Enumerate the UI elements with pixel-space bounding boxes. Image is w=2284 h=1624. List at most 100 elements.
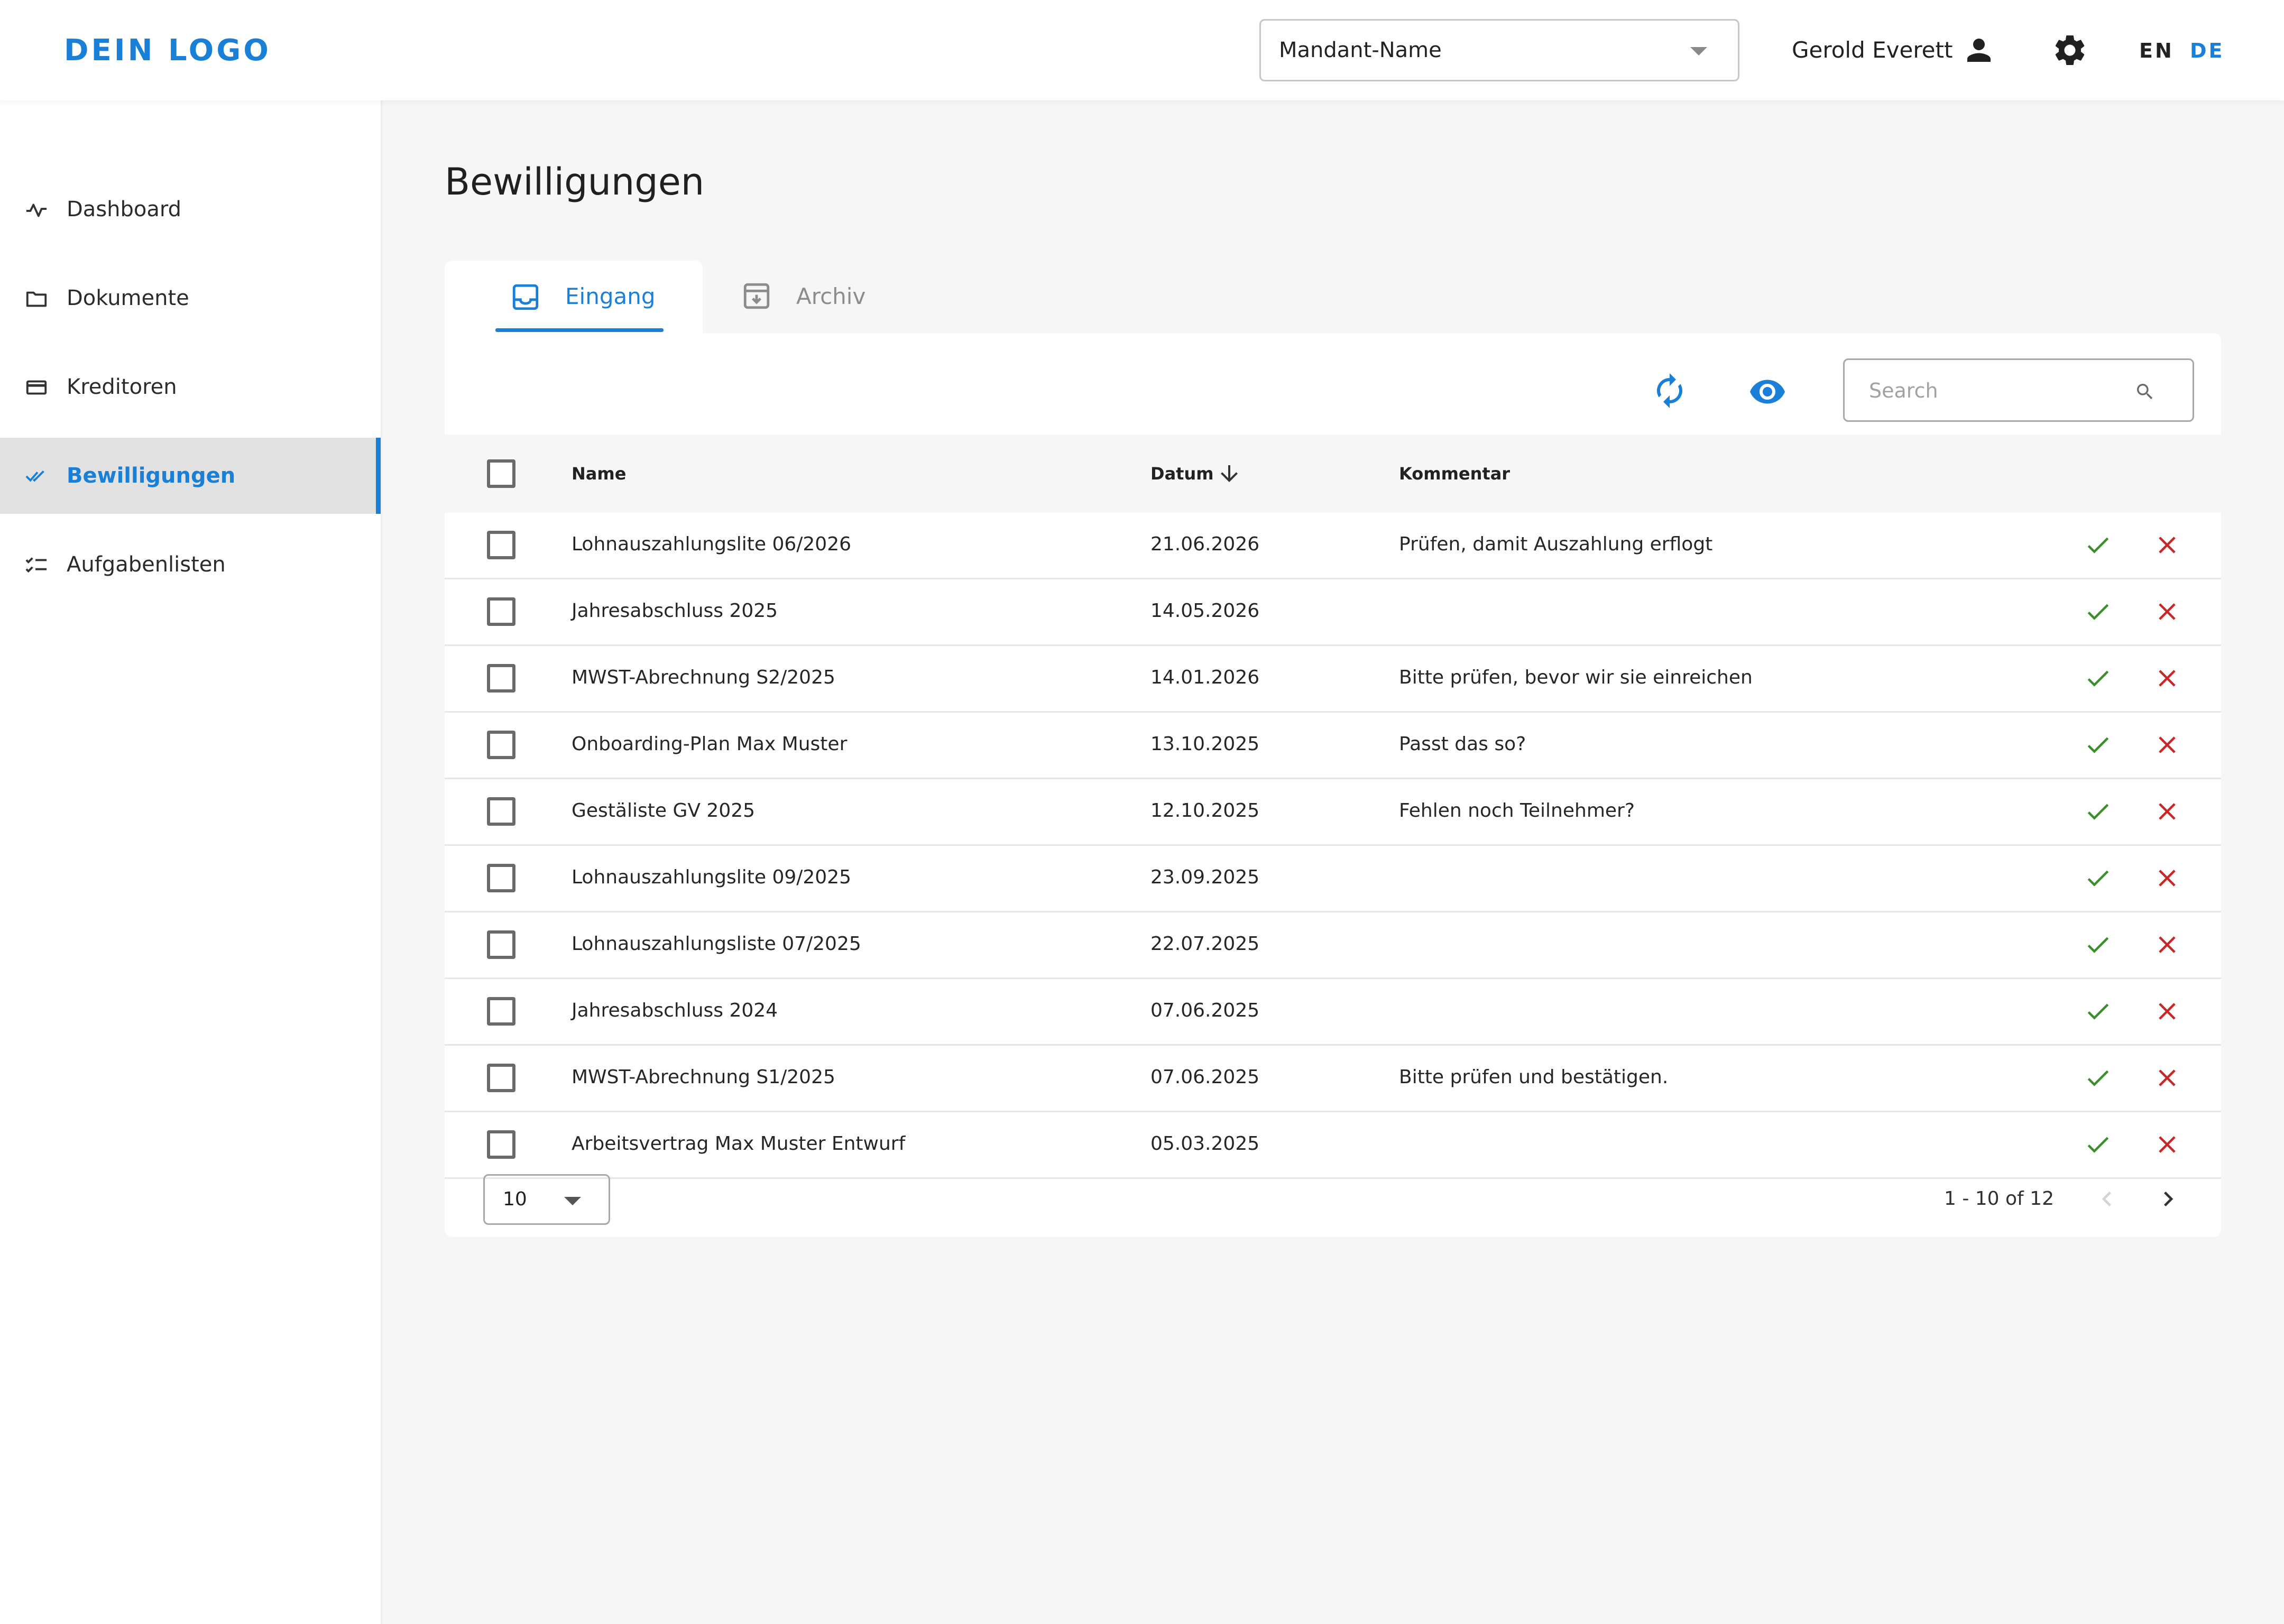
approve-check-icon[interactable] bbox=[2084, 731, 2112, 759]
reject-close-icon[interactable] bbox=[2153, 864, 2181, 892]
user-icon[interactable] bbox=[1961, 33, 1996, 68]
table-row[interactable]: Gestäliste GV 2025 12.10.2025 Fehlen noc… bbox=[445, 779, 2221, 846]
tab-archiv[interactable]: Archiv bbox=[724, 261, 936, 333]
search-icon[interactable] bbox=[2134, 381, 2156, 402]
page-title: Bewilligungen bbox=[445, 160, 705, 204]
row-checkbox[interactable] bbox=[487, 531, 515, 559]
sidebar-item-label: Aufgabenlisten bbox=[67, 552, 226, 577]
table-row[interactable]: Arbeitsvertrag Max Muster Entwurf 05.03.… bbox=[445, 1112, 2221, 1179]
row-checkbox[interactable] bbox=[487, 731, 515, 759]
tab-eingang[interactable]: Eingang bbox=[445, 261, 703, 333]
reject-close-icon[interactable] bbox=[2153, 1130, 2181, 1159]
reject-close-icon[interactable] bbox=[2153, 997, 2181, 1026]
approve-check-icon[interactable] bbox=[2084, 1130, 2112, 1159]
search-box[interactable] bbox=[1843, 358, 2194, 422]
row-checkbox[interactable] bbox=[487, 797, 515, 826]
tab-label: Eingang bbox=[565, 283, 656, 309]
column-header-datum[interactable]: Datum bbox=[1150, 435, 1214, 513]
table-row[interactable]: MWST-Abrechnung S1/2025 07.06.2025 Bitte… bbox=[445, 1046, 2221, 1112]
language-en[interactable]: EN bbox=[2139, 37, 2174, 64]
logo: DEIN LOGO bbox=[64, 33, 271, 68]
select-all-checkbox[interactable] bbox=[487, 459, 515, 488]
sidebar-item-aufgabenlisten[interactable]: Aufgabenlisten bbox=[0, 527, 381, 603]
row-name: Arbeitsvertrag Max Muster Entwurf bbox=[572, 1133, 906, 1155]
row-checkbox[interactable] bbox=[487, 597, 515, 626]
eye-icon[interactable] bbox=[1748, 373, 1786, 411]
tab-active-underline bbox=[495, 328, 664, 332]
row-date: 14.01.2026 bbox=[1150, 667, 1260, 688]
column-header-kommentar[interactable]: Kommentar bbox=[1399, 435, 1510, 513]
approve-check-icon[interactable] bbox=[2084, 864, 2112, 892]
approve-check-icon[interactable] bbox=[2084, 597, 2112, 626]
row-date: 05.03.2025 bbox=[1150, 1133, 1260, 1155]
approve-check-icon[interactable] bbox=[2084, 797, 2112, 826]
chevron-right-icon[interactable] bbox=[2153, 1184, 2183, 1214]
table-row[interactable]: Onboarding-Plan Max Muster 13.10.2025 Pa… bbox=[445, 713, 2221, 779]
sidebar-item-dokumente[interactable]: Dokumente bbox=[0, 260, 381, 336]
row-date: 21.06.2026 bbox=[1150, 533, 1260, 555]
credit-card-icon bbox=[26, 380, 47, 395]
table-row[interactable]: Jahresabschluss 2024 07.06.2025 bbox=[445, 979, 2221, 1046]
approve-check-icon[interactable] bbox=[2084, 531, 2112, 559]
sidebar-item-label: Dashboard bbox=[67, 197, 182, 222]
reject-close-icon[interactable] bbox=[2153, 531, 2181, 559]
row-comment: Bitte prüfen, bevor wir sie einreichen bbox=[1399, 667, 1753, 688]
page-size-value: 10 bbox=[503, 1188, 527, 1210]
activity-icon bbox=[26, 204, 47, 217]
gear-icon[interactable] bbox=[2051, 32, 2088, 69]
chevron-down-icon bbox=[564, 1197, 581, 1205]
reject-close-icon[interactable] bbox=[2153, 930, 2181, 959]
reject-close-icon[interactable] bbox=[2153, 664, 2181, 693]
refresh-icon[interactable] bbox=[1651, 372, 1689, 410]
row-comment: Passt das so? bbox=[1399, 733, 1526, 755]
table-row[interactable]: Jahresabschluss 2025 14.05.2026 bbox=[445, 579, 2221, 646]
folder-icon bbox=[26, 291, 47, 307]
row-name: MWST-Abrechnung S1/2025 bbox=[572, 1066, 835, 1088]
approve-check-icon[interactable] bbox=[2084, 930, 2112, 959]
sidebar-item-dashboard[interactable]: Dashboard bbox=[0, 171, 381, 247]
active-indicator bbox=[376, 438, 381, 514]
row-checkbox[interactable] bbox=[487, 1064, 515, 1092]
user-name[interactable]: Gerold Everett bbox=[1792, 34, 1953, 66]
column-header-name[interactable]: Name bbox=[572, 435, 626, 513]
tenant-select[interactable]: Mandant-Name bbox=[1259, 19, 1739, 81]
row-date: 07.06.2025 bbox=[1150, 1000, 1260, 1021]
row-checkbox[interactable] bbox=[487, 864, 515, 892]
table-body: Lohnauszahlungslite 06/2026 21.06.2026 P… bbox=[445, 513, 2221, 1179]
approve-check-icon[interactable] bbox=[2084, 997, 2112, 1026]
language-de[interactable]: DE bbox=[2190, 37, 2225, 64]
table-row[interactable]: MWST-Abrechnung S2/2025 14.01.2026 Bitte… bbox=[445, 646, 2221, 713]
sidebar-item-label: Kreditoren bbox=[67, 375, 177, 399]
chevron-down-icon bbox=[1690, 47, 1707, 56]
row-name: Lohnauszahlungslite 09/2025 bbox=[572, 866, 851, 888]
inbox-icon bbox=[512, 284, 539, 310]
table-row[interactable]: Lohnauszahlungsliste 07/2025 22.07.2025 bbox=[445, 912, 2221, 979]
row-checkbox[interactable] bbox=[487, 1130, 515, 1159]
row-name: Lohnauszahlungsliste 07/2025 bbox=[572, 933, 861, 955]
row-date: 13.10.2025 bbox=[1150, 733, 1260, 755]
row-checkbox[interactable] bbox=[487, 664, 515, 693]
approve-check-icon[interactable] bbox=[2084, 1064, 2112, 1092]
row-name: Jahresabschluss 2025 bbox=[572, 600, 778, 622]
row-name: Lohnauszahlungslite 06/2026 bbox=[572, 533, 851, 555]
archive-icon bbox=[743, 283, 770, 309]
reject-close-icon[interactable] bbox=[2153, 797, 2181, 826]
row-name: MWST-Abrechnung S2/2025 bbox=[572, 667, 835, 688]
table-row[interactable]: Lohnauszahlungslite 09/2025 23.09.2025 bbox=[445, 846, 2221, 912]
row-name: Onboarding-Plan Max Muster bbox=[572, 733, 848, 755]
table-row[interactable]: Lohnauszahlungslite 06/2026 21.06.2026 P… bbox=[445, 513, 2221, 579]
search-input[interactable] bbox=[1868, 372, 2124, 410]
reject-close-icon[interactable] bbox=[2153, 597, 2181, 626]
chevron-left-icon[interactable] bbox=[2092, 1184, 2122, 1214]
approve-check-icon[interactable] bbox=[2084, 664, 2112, 693]
row-checkbox[interactable] bbox=[487, 930, 515, 959]
sidebar-item-kreditoren[interactable]: Kreditoren bbox=[0, 349, 381, 425]
row-checkbox[interactable] bbox=[487, 997, 515, 1026]
reject-close-icon[interactable] bbox=[2153, 731, 2181, 759]
page-size-select[interactable]: 10 bbox=[483, 1174, 610, 1225]
row-date: 22.07.2025 bbox=[1150, 933, 1260, 955]
reject-close-icon[interactable] bbox=[2153, 1064, 2181, 1092]
sidebar-item-label: Bewilligungen bbox=[67, 464, 236, 488]
arrow-down-icon[interactable] bbox=[1217, 461, 1242, 486]
sidebar-item-bewilligungen[interactable]: Bewilligungen bbox=[0, 438, 381, 514]
